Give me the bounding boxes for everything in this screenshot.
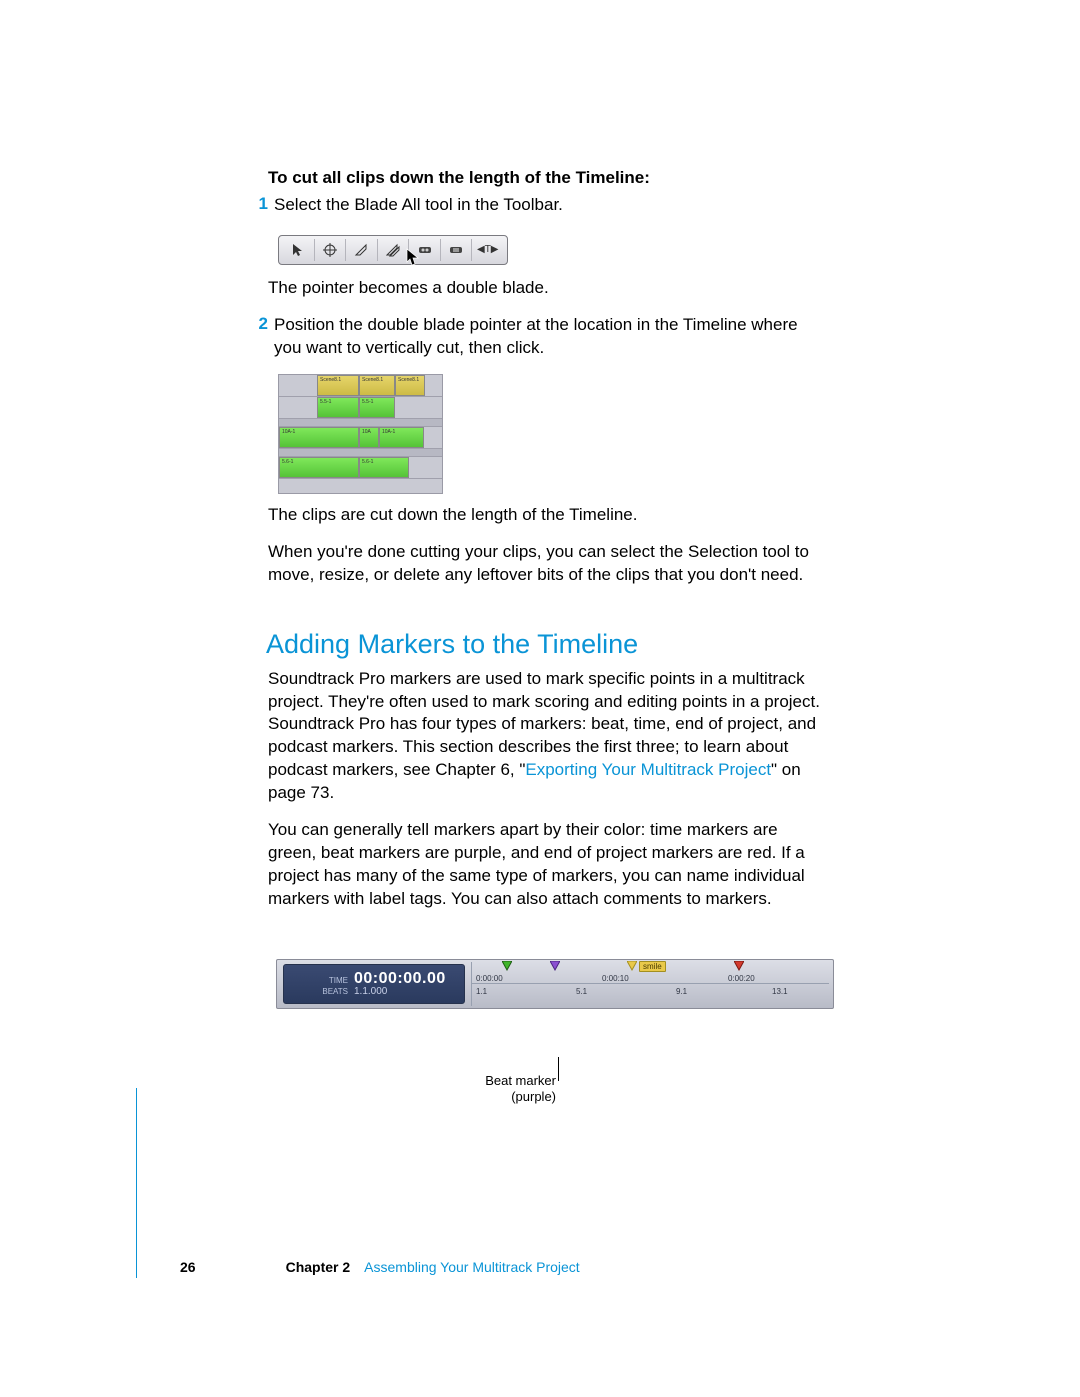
clip-label: 5.6-1: [362, 459, 373, 465]
page-footer: 26 Chapter 2 Assembling Your Multitrack …: [180, 1259, 580, 1275]
after-timeline-2: When you're done cutting your clips, you…: [268, 541, 828, 587]
beats-label: BEATS: [310, 987, 348, 996]
ruler-tick: 9.1: [676, 987, 687, 996]
exporting-project-link[interactable]: Exporting Your Multitrack Project: [525, 760, 771, 779]
steps-heading: To cut all clips down the length of the …: [268, 168, 828, 188]
chapter-label: Chapter 2: [286, 1259, 351, 1275]
clip-label: Scene8.1: [362, 377, 383, 383]
step-2-text: Position the double blade pointer at the…: [274, 314, 828, 360]
ruler-tick: 1.1: [476, 987, 487, 996]
end-of-project-marker-icon: [734, 961, 744, 971]
clip-label: 5.5-1: [362, 399, 373, 405]
clip-label: Scene8.1: [398, 377, 419, 383]
time-marker-icon: [502, 961, 512, 971]
time-label: TIME: [310, 976, 348, 985]
blade-all-tool-icon: [377, 239, 409, 261]
after-timeline-1: The clips are cut down the length of the…: [268, 504, 828, 527]
ruler-tick: 0:00:10: [602, 974, 629, 983]
time-display: TIME 00:00:00.00 BEATS 1.1.000: [283, 964, 465, 1004]
page-number: 26: [180, 1259, 196, 1275]
callout-beat-sub: (purple): [511, 1089, 556, 1104]
step-1-text: Select the Blade All tool in the Toolbar…: [274, 194, 563, 217]
toolbar-figure: ◀T▶: [278, 235, 508, 265]
ruler-tick: 0:00:00: [476, 974, 503, 983]
blade-tool-icon: [345, 239, 377, 261]
clip-label: 10A-1: [382, 429, 395, 435]
ruler-tick: 13.1: [772, 987, 788, 996]
clip-label: Scene8.1: [320, 377, 341, 383]
marker-ruler-bar: TIME 00:00:00.00 BEATS 1.1.000 smile: [276, 959, 834, 1009]
time-marker-smile-icon: [627, 961, 637, 971]
timeslip-tool-a-icon: [408, 239, 440, 261]
chapter-title-link[interactable]: Assembling Your Multitrack Project: [364, 1259, 580, 1275]
section-para-1: Soundtrack Pro markers are used to mark …: [268, 668, 828, 806]
section-para-2: You can generally tell markers apart by …: [268, 819, 828, 911]
clip-label: 5.6-1: [282, 459, 293, 465]
ruler: smile 0:00:00 0:00:10 0:00:20 1.1 5.1 9.…: [471, 962, 829, 1006]
section-heading: Adding Markers to the Timeline: [266, 629, 828, 660]
smile-tag: smile: [639, 961, 666, 972]
timeslip-tool-b-icon: [440, 239, 472, 261]
clip-label: 5.5-1: [320, 399, 331, 405]
clip-label: 10A: [362, 429, 371, 435]
timeline-figure: Scene8.1 Scene8.1 Scene8.1 5.5-1 5.5-1 1…: [278, 374, 443, 494]
side-rule: [136, 1088, 137, 1278]
ruler-tick: 5.1: [576, 987, 587, 996]
step-number-1: 1: [246, 194, 268, 214]
scrub-tool-icon: ◀T▶: [471, 239, 503, 261]
time-value: 00:00:00.00: [354, 970, 446, 987]
after-toolbar-text: The pointer becomes a double blade.: [268, 277, 828, 300]
beat-marker-icon: [550, 961, 560, 971]
callout-beat-marker: Beat marker: [485, 1073, 556, 1088]
clip-label: 10A-1: [282, 429, 295, 435]
crosshair-tool-icon: [314, 239, 346, 261]
step-number-2: 2: [246, 314, 268, 334]
beats-value: 1.1.000: [354, 986, 387, 997]
marker-figure: Time marker (green) End of project marke…: [276, 959, 834, 1009]
pointer-tool-icon: [283, 239, 314, 261]
ruler-tick: 0:00:20: [728, 974, 755, 983]
